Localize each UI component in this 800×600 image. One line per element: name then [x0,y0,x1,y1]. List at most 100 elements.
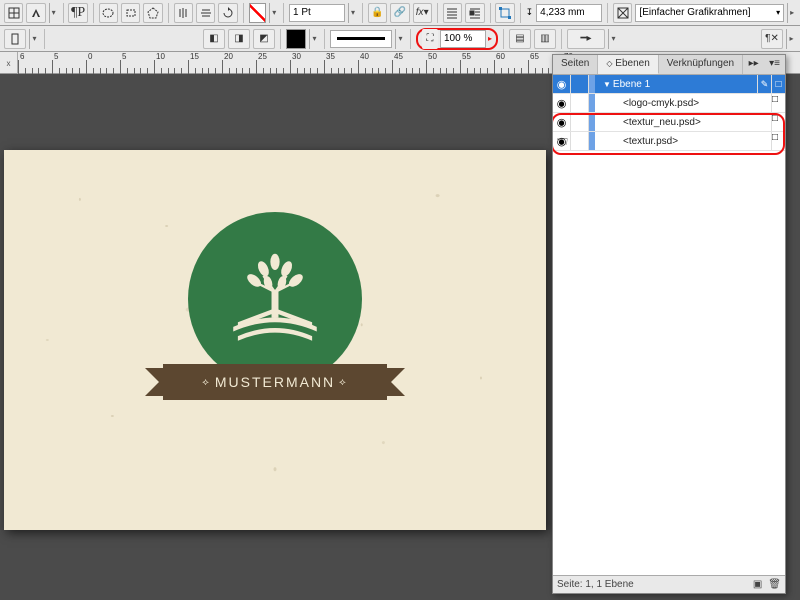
tab-ebenen-label: Ebenen [615,58,649,69]
tab-verknuepfungen[interactable]: Verknüpfungen [659,55,743,74]
separator [168,3,169,23]
ellipse-tool-icon[interactable] [99,3,118,23]
lock-icon[interactable]: 🔒 [368,3,387,23]
layer-item-label: <textur_neu.psd> [595,117,771,128]
arrow-control-icon[interactable]: ━▸ [567,29,605,49]
tool-a-icon[interactable] [26,3,45,23]
ruler-label: 35 [326,52,335,61]
wrap-mode-b-icon[interactable]: ▥ [534,29,556,49]
panel-collapse-icon[interactable]: ▸▸ [744,55,764,74]
link-icon[interactable]: 🔗 [390,3,409,23]
layer-item[interactable]: ◉ <textur.psd> □ [553,132,785,151]
panel-menu-icon[interactable]: ▾≡ [764,55,785,74]
ruler-label: 5 [122,52,126,61]
layer-item-label: <textur.psd> [595,136,771,147]
toolbar-row-1: ▾ ¶P ▾ ▾ 🔒 🔗 fx▾ ↧ [Einfacher Grafikrahm… [0,0,800,26]
new-layer-icon[interactable]: ▣ [753,579,762,590]
zoom-control-highlight: ⛶ ▸ [416,28,498,50]
ruler-label: 45 [394,52,403,61]
visibility-toggle[interactable]: ◉ [553,94,571,112]
tree-icon [217,241,333,357]
line-style-dropdown[interactable]: ▾ [395,29,405,49]
zoom-right-arrow[interactable]: ▸ [488,34,492,43]
ruler-origin[interactable]: x [0,52,18,74]
rotate-icon[interactable] [218,3,237,23]
align-icon-1[interactable]: ◧ [203,29,225,49]
logo-banner: ⟡ MUSTERMANN ⟡ [163,364,387,400]
stroke-weight-input[interactable] [289,4,345,22]
fill-dropdown[interactable]: ▾ [269,3,278,23]
tool-a-dropdown[interactable]: ▾ [49,3,58,23]
clear-override-icon[interactable]: ¶✕ [761,29,783,49]
anchor-grid-icon[interactable] [4,3,23,23]
visibility-toggle[interactable]: ◉ [553,113,571,131]
stroke-swatch-black[interactable] [286,29,306,49]
separator [283,3,284,23]
separator [490,3,491,23]
layer-root-label: ▼Ebene 1 [595,79,757,90]
layer-item[interactable]: ◉ <logo-cmyk.psd> □ [553,94,785,113]
polygon-tool-icon[interactable] [143,3,162,23]
align-icon-3[interactable]: ◩ [253,29,275,49]
layer-list: ◉ ▼Ebene 1 ✎ □ ◉ <logo-cmyk.psd> □ ◉ <te… [553,75,785,575]
layer-pen-icon[interactable]: ✎ [757,75,771,93]
lock-toggle[interactable] [571,113,589,131]
fill-swatch-none[interactable] [249,3,267,23]
ruler-label: 40 [360,52,369,61]
layer-select-box[interactable]: □ [771,75,785,93]
fit-zoom-icon[interactable]: ⛶ [422,29,438,49]
wrap-left-icon[interactable] [443,3,462,23]
paragraph-tool-icon[interactable]: ¶P [68,3,87,23]
separator [243,3,244,23]
flip-h-icon[interactable] [174,3,193,23]
layer-item[interactable]: ◉ <textur_neu.psd> □ [553,113,785,132]
arrow-dropdown[interactable]: ▾ [608,29,618,49]
tab-seiten[interactable]: Seiten [553,55,598,74]
ruler-label: 15 [190,52,199,61]
logo-graphic[interactable]: ⟡ MUSTERMANN ⟡ [163,212,387,400]
delete-layer-icon[interactable]: 🗑 [768,579,781,590]
zoom-input[interactable] [440,30,486,48]
layer-root-row[interactable]: ◉ ▼Ebene 1 ✎ □ [553,75,785,94]
separator [63,3,64,23]
ruler-label: 60 [496,52,505,61]
layer-item-label: <logo-cmyk.psd> [595,98,771,109]
wrap-mode-a-icon[interactable]: ▤ [509,29,531,49]
banner-text: MUSTERMANN [215,374,335,390]
banner-deco-right: ⟡ [339,377,348,388]
offset-input[interactable] [536,4,602,22]
rect-tool-icon[interactable] [121,3,140,23]
frame-type-combo[interactable]: [Einfacher Grafikrahmen]▾ [635,4,784,22]
lock-toggle[interactable] [571,132,589,150]
tab-ebenen[interactable]: ◇ Ebenen [598,55,658,74]
separator [503,29,504,49]
banner-deco-left: ⟡ [202,377,211,388]
lock-toggle[interactable] [571,94,589,112]
flip-v-icon[interactable] [196,3,215,23]
line-style-combo[interactable] [330,30,392,48]
doc-icon[interactable] [4,29,26,49]
visibility-toggle[interactable]: ◉ [553,75,571,93]
toolbar-overflow-2[interactable]: ▸ [786,29,796,49]
wrap-right-icon[interactable] [465,3,484,23]
separator [437,3,438,23]
toolbar-overflow[interactable]: ▸ [787,3,796,23]
document-canvas[interactable]: ⟡ MUSTERMANN ⟡ [4,150,546,530]
stroke-dropdown[interactable]: ▾ [309,29,319,49]
frame-type-icon[interactable] [613,3,632,23]
layer-select-box[interactable]: □ [771,113,785,131]
separator [607,3,608,23]
ruler-label: 25 [258,52,267,61]
doc-dropdown[interactable]: ▾ [29,29,39,49]
ruler-label: 65 [530,52,539,61]
separator [561,29,562,49]
align-icon-2[interactable]: ◨ [228,29,250,49]
lock-toggle[interactable] [571,75,589,93]
layer-select-box[interactable]: □ [771,94,785,112]
stroke-weight-dropdown[interactable]: ▾ [348,3,357,23]
offset-icon: ↧ [526,7,534,18]
cursor-icon: ☜ [556,133,569,150]
fx-button[interactable]: fx▾ [413,3,432,23]
transform-icon[interactable] [495,3,514,23]
layer-select-box[interactable]: □ [771,132,785,150]
